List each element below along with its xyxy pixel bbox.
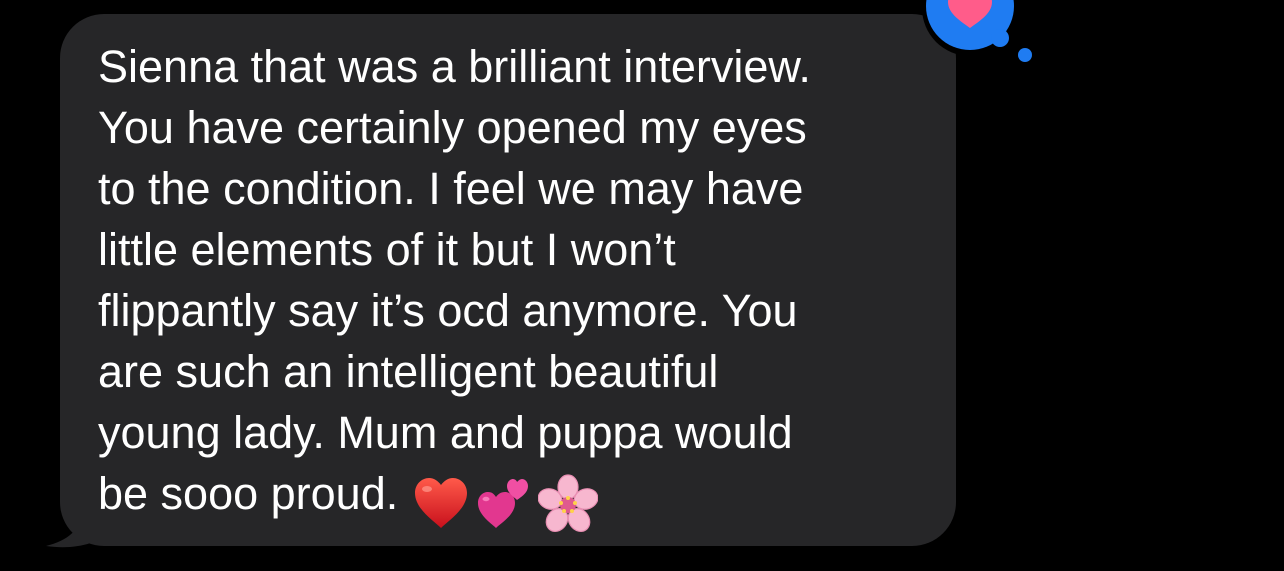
two-hearts-emoji-icon [478, 479, 529, 529]
message-line: are such an intelligent beautiful [98, 346, 719, 397]
emoji-row [412, 469, 604, 533]
message-line: You have certainly opened my eyes [98, 102, 807, 153]
message-line: flippantly say it’s ocd anymore. You [98, 285, 798, 336]
message-line-text: be sooo proud. [98, 468, 399, 519]
cherry-blossom-emoji-icon [538, 474, 599, 533]
message-line: young lady. Mum and puppa would [98, 407, 793, 458]
heart-icon [948, 0, 992, 28]
message-line: Sienna that was a brilliant interview. [98, 41, 811, 92]
messages-screen: Sienna that was a brilliant interview. Y… [0, 0, 1284, 571]
red-heart-emoji-icon [415, 478, 468, 529]
message-text: Sienna that was a brilliant interview. Y… [98, 36, 938, 533]
message-line-last: be sooo proud. [98, 463, 938, 533]
message-line: to the condition. I feel we may have [98, 163, 804, 214]
message-line: little elements of it but I won’t [98, 224, 676, 275]
